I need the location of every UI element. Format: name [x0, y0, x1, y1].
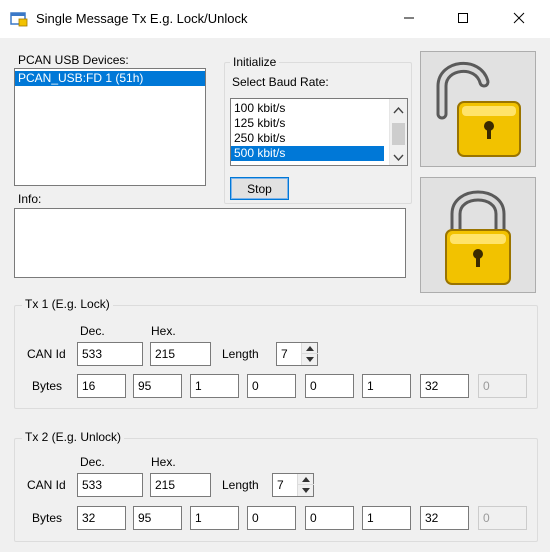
tx2-byte-input[interactable]: 1	[362, 506, 411, 530]
device-item[interactable]: PCAN_USB:FD 1 (51h)	[15, 71, 205, 86]
tx1-byte-input[interactable]: 0	[247, 374, 296, 398]
baud-option[interactable]: 100 kbit/s	[231, 101, 407, 116]
tx2-can-id-label: CAN Id	[27, 478, 66, 492]
tx2-byte-input[interactable]: 1	[190, 506, 239, 530]
tx1-group-title: Tx 1 (E.g. Lock)	[22, 297, 113, 311]
scrollbar-thumb[interactable]	[392, 123, 405, 145]
tx2-can-id-dec-input[interactable]: 533	[77, 473, 143, 497]
tx1-spin-buttons	[301, 343, 318, 365]
spin-down-icon[interactable]	[302, 354, 318, 365]
tx2-byte-input[interactable]: 0	[305, 506, 354, 530]
tx1-length-value: 7	[281, 347, 288, 361]
tx1-bytes-label: Bytes	[32, 379, 63, 393]
spin-up-icon[interactable]	[298, 474, 314, 485]
tx2-byte-input[interactable]: 32	[77, 506, 126, 530]
maximize-icon	[457, 12, 469, 27]
spin-down-icon[interactable]	[298, 485, 314, 496]
tx2-length-value: 7	[277, 478, 284, 492]
tx1-can-id-hex-input[interactable]: 215	[150, 342, 211, 366]
tx2-length-label: Length	[222, 478, 259, 492]
info-box[interactable]	[14, 208, 406, 278]
minimize-button[interactable]	[386, 0, 432, 38]
baud-option-selected[interactable]: 500 kbit/s	[231, 146, 384, 161]
tx2-dec-header: Dec.	[80, 455, 105, 469]
minimize-icon	[403, 12, 415, 27]
tx1-byte-input[interactable]: 16	[77, 374, 126, 398]
tx1-can-id-label: CAN Id	[27, 347, 66, 361]
stop-button[interactable]: Stop	[230, 177, 289, 200]
locked-padlock-icon	[428, 180, 528, 291]
lock-button[interactable]	[420, 177, 536, 293]
tx2-byte-input[interactable]: 95	[133, 506, 182, 530]
window-title: Single Message Tx E.g. Lock/Unlock	[36, 11, 248, 26]
tx2-group-title: Tx 2 (E.g. Unlock)	[22, 430, 125, 444]
close-icon	[513, 12, 525, 27]
tx1-dec-header: Dec.	[80, 324, 105, 338]
unlock-button[interactable]	[420, 51, 536, 167]
baud-rate-listbox[interactable]: 100 kbit/s 125 kbit/s 250 kbit/s 500 kbi…	[230, 98, 408, 166]
tx1-byte-input-disabled: 0	[478, 374, 527, 398]
unlocked-padlock-icon	[428, 54, 528, 165]
title-bar: Single Message Tx E.g. Lock/Unlock	[0, 0, 550, 38]
devices-label: PCAN USB Devices:	[18, 53, 129, 67]
chevron-up-icon[interactable]	[393, 103, 404, 117]
devices-listbox[interactable]: PCAN_USB:FD 1 (51h)	[14, 68, 206, 186]
tx2-can-id-hex-input[interactable]: 215	[150, 473, 211, 497]
tx1-byte-input[interactable]: 95	[133, 374, 182, 398]
tx1-byte-input[interactable]: 0	[305, 374, 354, 398]
tx1-byte-input[interactable]: 1	[190, 374, 239, 398]
tx2-bytes-label: Bytes	[32, 511, 63, 525]
tx1-hex-header: Hex.	[151, 324, 176, 338]
chevron-down-icon[interactable]	[393, 151, 404, 165]
baud-scrollbar[interactable]	[389, 99, 407, 165]
baud-option[interactable]: 125 kbit/s	[231, 116, 407, 131]
app-icon	[10, 11, 28, 27]
tx1-byte-input[interactable]: 32	[420, 374, 469, 398]
tx2-hex-header: Hex.	[151, 455, 176, 469]
tx2-length-stepper[interactable]: 7	[272, 473, 314, 497]
tx2-byte-input[interactable]: 0	[247, 506, 296, 530]
baud-option[interactable]: 250 kbit/s	[231, 131, 407, 146]
tx1-length-label: Length	[222, 347, 259, 361]
close-button[interactable]	[496, 0, 542, 38]
spin-up-icon[interactable]	[302, 343, 318, 354]
tx2-byte-input[interactable]: 32	[420, 506, 469, 530]
tx1-can-id-dec-input[interactable]: 533	[77, 342, 143, 366]
tx2-byte-input-disabled: 0	[478, 506, 527, 530]
maximize-button[interactable]	[440, 0, 486, 38]
baud-rate-label: Select Baud Rate:	[232, 75, 329, 89]
tx1-byte-input[interactable]: 1	[362, 374, 411, 398]
initialize-group-title: Initialize	[230, 55, 280, 69]
info-label: Info:	[18, 192, 42, 206]
tx2-spin-buttons	[297, 474, 314, 496]
tx1-length-stepper[interactable]: 7	[276, 342, 318, 366]
